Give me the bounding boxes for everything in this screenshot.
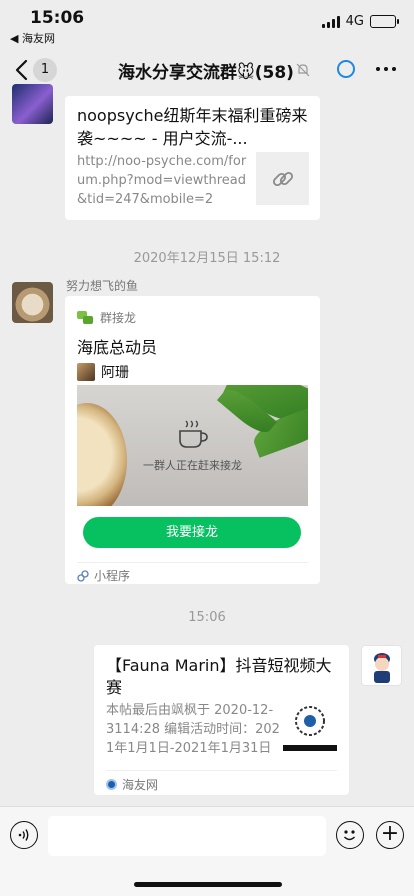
voice-icon <box>18 829 29 841</box>
message-input[interactable] <box>48 816 326 856</box>
sender-name: 努力想飞的鱼 <box>66 279 139 293</box>
status-time: 15:06 <box>30 8 85 28</box>
owner-row: 阿珊 <box>77 362 129 382</box>
cartoon-avatar-image <box>374 653 390 683</box>
chat-title: 海水分享交流群🐭(58) <box>118 63 294 83</box>
owner-avatar <box>77 363 95 381</box>
battery-icon <box>370 15 399 28</box>
article-description: 本帖最后由飒枫于 2020-12-3114:28 编辑活动时间：2021年1月1… <box>106 703 280 756</box>
link-icon <box>272 171 293 186</box>
status-bar: 15:06 ◀ 海友网 4G <box>0 0 414 46</box>
mute-icon <box>296 63 310 77</box>
group-chain-icon <box>77 311 93 324</box>
mini-program-source: 群接龙 <box>77 309 136 326</box>
mini-program-title: 海底总动员 <box>77 338 158 357</box>
voice-input-button[interactable] <box>10 821 38 849</box>
qr-code-image <box>283 706 337 751</box>
link-thumbnail <box>256 152 309 205</box>
join-chain-button[interactable]: 我要接龙 <box>83 517 301 548</box>
link-message-card[interactable]: noopsyche纽斯年末福利重磅来袭~~~~ - 用户交流-... http:… <box>65 96 320 220</box>
message-timestamp: 15:06 <box>188 610 226 625</box>
mini-program-footer: 小程序 <box>77 562 308 584</box>
mini-program-icon <box>77 569 89 582</box>
emoji-button[interactable] <box>336 821 364 849</box>
mini-program-label: 小程序 <box>94 569 131 583</box>
coffee-cup-icon <box>179 420 208 448</box>
source-label: 群接龙 <box>100 311 137 325</box>
unread-count-badge[interactable]: 1 <box>33 58 57 82</box>
article-thumbnail <box>283 699 337 753</box>
article-footer: 海友网 <box>106 770 337 793</box>
my-avatar[interactable] <box>361 645 402 686</box>
article-title: 【Fauna Marin】抖音短视频大赛 <box>106 656 332 697</box>
more-functions-button[interactable]: + <box>376 821 404 849</box>
emoji-icon <box>343 830 356 841</box>
owner-name: 阿珊 <box>101 365 129 381</box>
sender-avatar[interactable] <box>12 84 53 124</box>
chat-header: 1 海水分享交流群🐭(58) <box>0 46 414 94</box>
back-to-app-link[interactable]: ◀ 海友网 <box>10 30 55 46</box>
back-chevron-icon[interactable] <box>12 58 34 82</box>
article-message-card[interactable]: 【Fauna Marin】抖音短视频大赛 本帖最后由飒枫于 2020-12-31… <box>94 645 349 795</box>
more-icon[interactable] <box>376 67 396 71</box>
sender-avatar[interactable] <box>12 282 53 323</box>
mini-program-cover-image: 一群人正在赶来接龙 <box>77 385 308 506</box>
cover-caption: 一群人正在赶来接龙 <box>143 459 242 472</box>
status-indicators: 4G <box>321 14 399 29</box>
site-logo-icon <box>106 779 117 790</box>
plus-icon: + <box>380 821 400 846</box>
network-type: 4G <box>345 14 364 29</box>
home-indicator <box>134 882 282 887</box>
mini-program-card[interactable]: 群接龙 海底总动员 阿珊 一群人正在赶来接龙 我要接龙 小程序 <box>65 296 320 584</box>
signal-icon <box>321 15 340 28</box>
link-url: http://noo-psyche.com/forum.php?mod=view… <box>77 154 247 207</box>
bread-illustration <box>77 403 127 506</box>
message-timestamp: 2020年12月15日 15:12 <box>133 251 281 266</box>
loading-ring-icon <box>337 60 355 78</box>
link-title: noopsyche纽斯年末福利重磅来袭~~~~ - 用户交流-... <box>77 106 308 148</box>
article-source: 海友网 <box>122 778 159 792</box>
